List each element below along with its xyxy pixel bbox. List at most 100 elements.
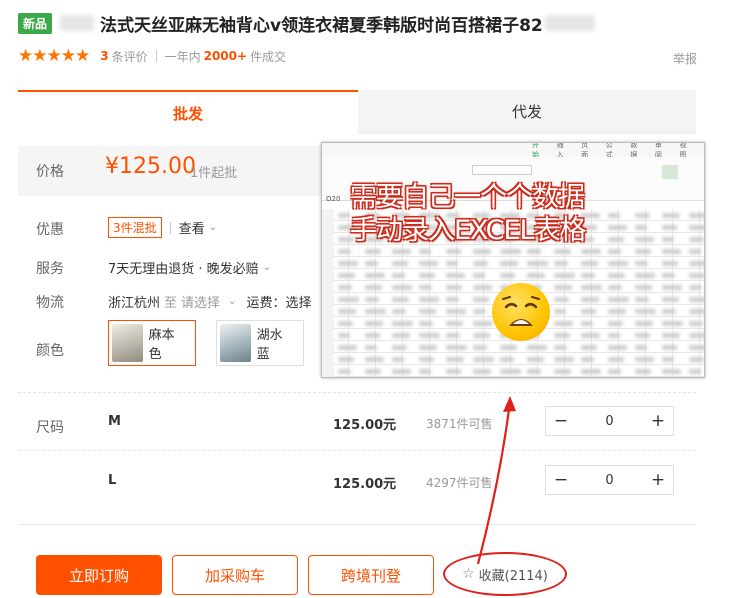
logistics-row: 浙江杭州 至 请选择 ⌄ 运费：选择 [108,292,311,311]
blurred-brand [60,15,95,31]
cross-border-button[interactable]: 跨境刊登 [308,555,434,595]
blurred-cell [473,345,487,350]
color-option-lakeblue[interactable]: 湖水蓝 [216,320,304,366]
blurred-cell [581,261,598,266]
sales-period: 一年内 [164,49,201,64]
review-count[interactable]: 3 [100,49,108,63]
minus-icon[interactable]: − [546,407,576,435]
blurred-cell [527,369,541,374]
blurred-cell [662,333,680,338]
star-icon: ☆ [462,566,475,582]
blurred-cell [446,333,460,338]
blurred-cell [392,249,411,254]
report-link[interactable]: 举报 [673,50,697,67]
new-badge: 新品 [18,12,53,34]
favorite-button[interactable]: ☆ 收藏(2114) [443,552,567,596]
blurred-cell [365,321,383,326]
row-divider [18,450,696,451]
blurred-cell [554,285,572,290]
blurred-cell [689,333,704,338]
blurred-cell [365,309,386,314]
blurred-cell [554,273,575,278]
quantity-stepper: − 0 + [545,465,674,495]
blurred-cell [419,321,433,326]
blurred-cell [581,249,601,254]
blurred-cell [608,249,621,254]
blurred-cell [500,357,514,362]
blurred-cell [446,273,465,278]
blurred-cell [392,369,411,374]
region-select[interactable]: 请选择 [181,292,220,311]
blurred-cell [419,285,432,290]
chevron-down-icon[interactable]: ⌄ [228,296,236,307]
blurred-cell [446,297,459,302]
price-label: 价格 [36,164,64,180]
chevron-down-icon: ⌄ [208,222,218,233]
color-option-natural[interactable]: 麻本色 [108,320,196,366]
blurred-cell [392,333,410,338]
buy-now-button[interactable]: 立即订购 [36,555,162,595]
blurred-cell [608,357,624,362]
blurred-cell [608,297,629,302]
size-name: M [108,414,121,429]
quantity-stepper: − 0 + [545,406,674,436]
font-select [472,165,532,175]
blurred-cell [608,261,628,266]
blurred-cell [635,333,650,338]
blurred-cell [392,357,404,362]
blurred-cell [635,321,653,326]
plus-icon[interactable]: + [643,407,673,435]
blurred-cell [581,285,602,290]
purchase-tabs: 批发 代发 [18,90,696,134]
blurred-cell [338,261,358,266]
blurred-cell [365,333,380,338]
promo-view-link[interactable]: 查看 [179,218,205,237]
quantity-value[interactable]: 0 [576,407,643,435]
blurred-cell [473,333,490,338]
blurred-cell [338,249,351,254]
blurred-cell [662,345,677,350]
logistics-to: 至 [164,296,178,311]
blurred-cell [527,345,547,350]
blurred-cell [689,285,702,290]
blurred-cell [689,261,704,266]
overlay-caption: 需要自己一个个数据 手动录入EXCEL表格 [350,181,704,247]
blurred-cell [392,285,412,290]
size-stock: 4297件可售 [426,476,493,490]
blurred-cell [392,345,407,350]
blurred-cell [473,357,494,362]
blurred-cell [365,297,379,302]
sales-count: 2000+ [203,49,248,63]
blurred-cell [392,261,408,266]
blurred-cell [635,357,654,362]
blurred-cell [635,309,656,314]
blurred-cell [473,309,486,314]
minus-icon[interactable]: − [546,466,576,494]
blurred-cell [500,249,521,254]
blurred-cell [446,261,458,266]
service-row[interactable]: 7天无理由退货 · 晚发必赔 ⌄ [108,258,271,277]
blurred-cell [689,345,704,350]
add-to-cart-button[interactable]: 加采购车 [172,555,298,595]
blurred-cell [338,345,357,350]
blurred-cell [662,369,681,374]
rating-row: ★★★★★ 3 条评价 一年内 2000+ 件成交 [18,46,286,66]
blurred-cell [581,321,593,326]
section-divider [18,392,696,393]
quantity-value[interactable]: 0 [576,466,643,494]
blurred-cell [635,249,651,254]
tab-wholesale[interactable]: 批发 [18,90,358,134]
blurred-cell [473,249,491,254]
blurred-cell [635,261,648,266]
blurred-cell [554,309,566,314]
section-divider [18,524,696,525]
plus-icon[interactable]: + [643,466,673,494]
blurred-cell [473,297,489,302]
tab-dropship[interactable]: 代发 [358,90,696,134]
blurred-cell [608,273,625,278]
blurred-cell [338,273,355,278]
blurred-cell [662,309,676,314]
blurred-cell [446,345,467,350]
divider [169,221,171,234]
blurred-cell [365,369,381,374]
